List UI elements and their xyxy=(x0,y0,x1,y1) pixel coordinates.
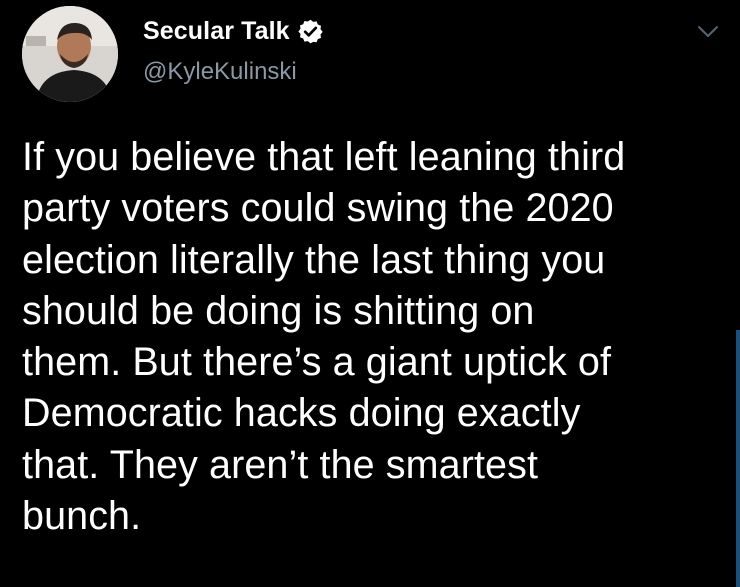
author-display-name[interactable]: Secular Talk xyxy=(143,17,290,46)
avatar[interactable] xyxy=(22,6,118,102)
scrollbar-edge xyxy=(736,330,740,587)
author-name-row[interactable]: Secular Talk xyxy=(143,14,324,48)
avatar-photo-icon xyxy=(22,6,118,102)
tweet-text: If you believe that left leaning third p… xyxy=(22,135,626,539)
author-handle[interactable]: @KyleKulinski xyxy=(143,58,297,86)
tweet-card: Secular Talk @KyleKulinski If you believ… xyxy=(0,0,740,587)
verified-badge-icon xyxy=(297,18,324,45)
chevron-down-icon[interactable] xyxy=(696,24,720,40)
